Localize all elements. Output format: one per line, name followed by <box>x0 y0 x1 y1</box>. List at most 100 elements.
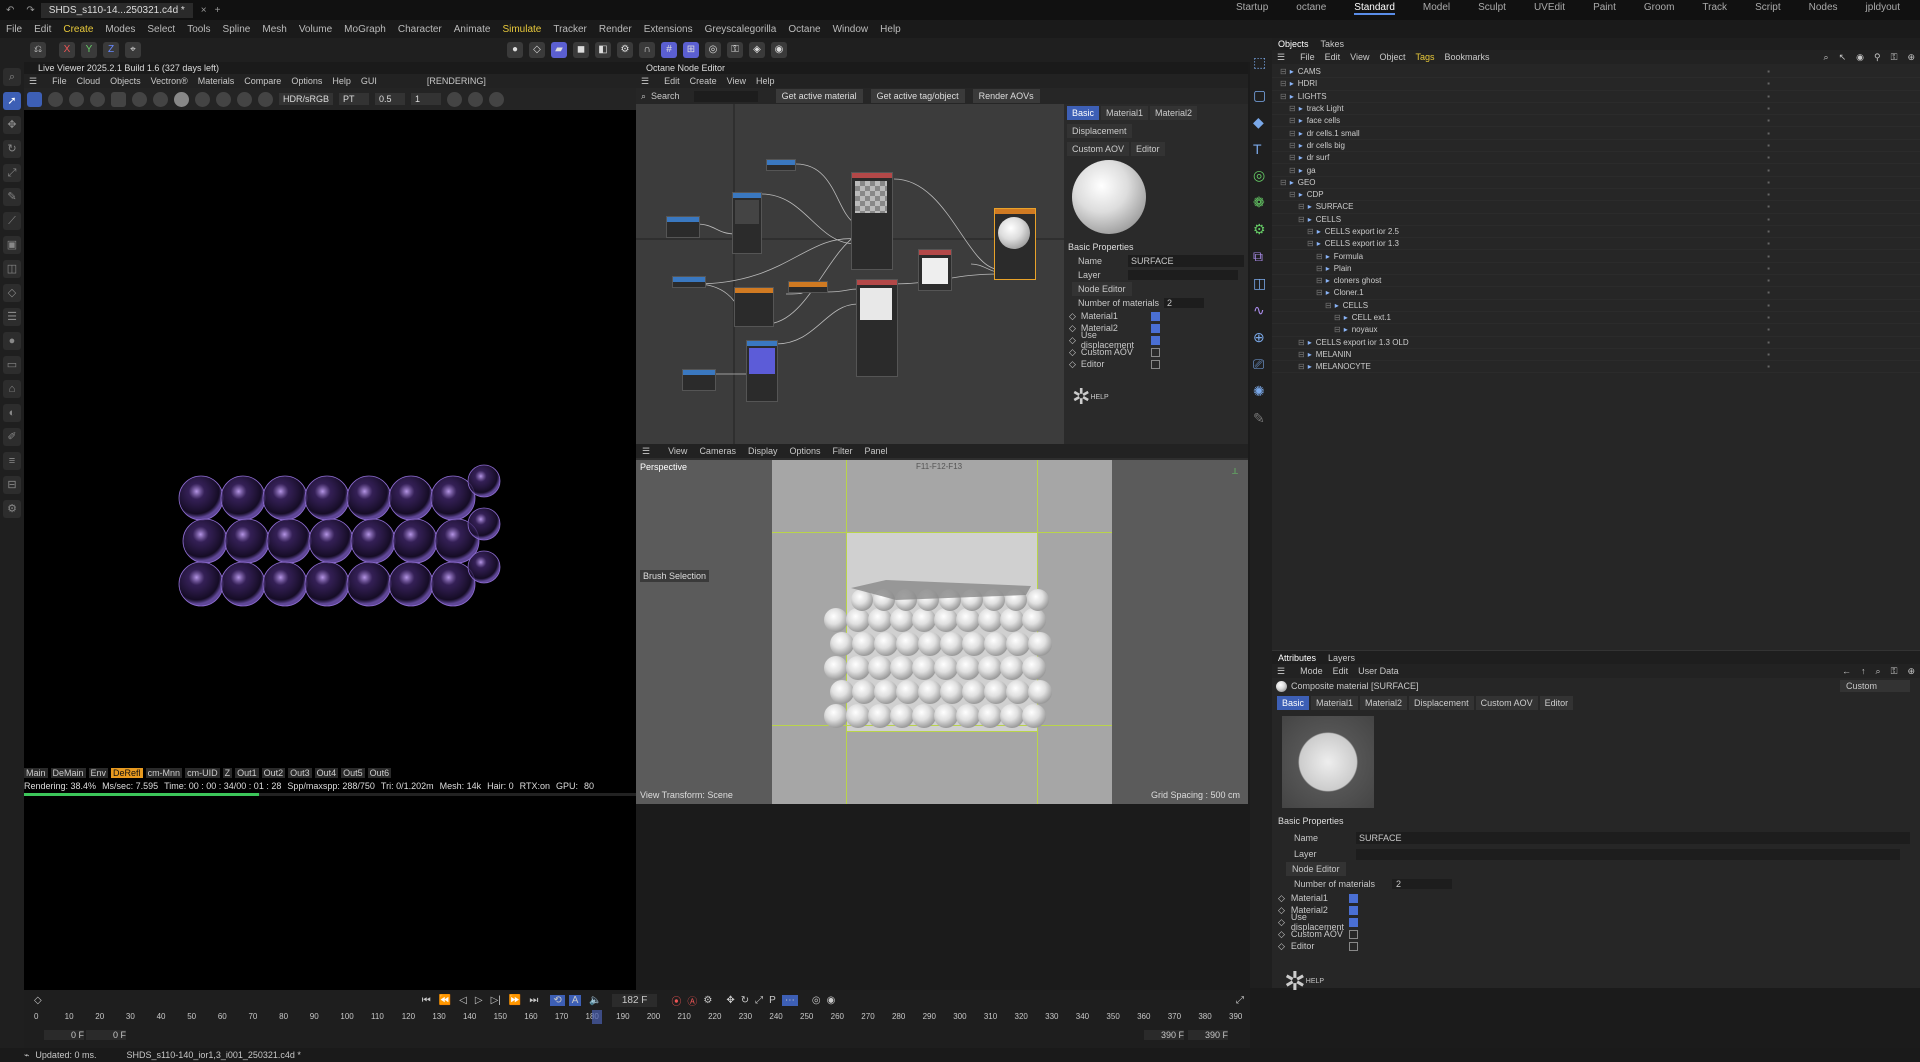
visibility-icon[interactable]: ▪ <box>1767 252 1770 261</box>
value-field-1[interactable]: 0.5 <box>375 93 406 105</box>
search-icon[interactable]: ⌕ <box>1824 52 1829 63</box>
layout-tab-script[interactable]: Script <box>1755 2 1781 15</box>
sphere-icon[interactable]: ● <box>3 332 21 350</box>
value-field-2[interactable]: 1 <box>411 93 442 105</box>
move-key-icon[interactable]: ✥ <box>726 995 734 1006</box>
vp-menu-2[interactable]: Display <box>748 446 778 456</box>
om-menu-1[interactable]: Edit <box>1325 52 1341 62</box>
object-row[interactable]: ⊟ ▸ noyaux ▪ <box>1272 324 1920 337</box>
layout-tab-sculpt[interactable]: Sculpt <box>1478 2 1506 15</box>
start-frame-field[interactable]: 0 F <box>44 1030 84 1040</box>
visibility-icon[interactable]: ▪ <box>1767 239 1770 248</box>
paint-icon[interactable]: ✐ <box>3 428 21 446</box>
new-tab-icon[interactable]: + <box>215 5 221 16</box>
om-tab-1[interactable]: Takes <box>1321 39 1345 49</box>
visibility-icon[interactable]: ▪ <box>1767 325 1770 334</box>
object-row[interactable]: ⊟ ▸ Cloner.1 ▪ <box>1272 287 1920 300</box>
preview-start-field[interactable]: 0 F <box>86 1030 126 1040</box>
ne-button-1[interactable]: Get active tag/object <box>870 89 965 103</box>
workplane-icon[interactable]: ◎ <box>705 42 721 58</box>
object-row[interactable]: ⊟ ▸ ga ▪ <box>1272 164 1920 177</box>
expand-icon[interactable]: ⊟ <box>1307 227 1314 236</box>
attr-menu-2[interactable]: User Data <box>1358 666 1399 676</box>
menu-character[interactable]: Character <box>398 24 442 35</box>
cube-icon[interactable]: ⬚ <box>1253 54 1269 71</box>
object-row[interactable]: ⊟ ▸ track Light ▪ <box>1272 103 1920 116</box>
expand-icon[interactable]: ⊟ <box>1289 141 1296 150</box>
settings-icon[interactable] <box>48 91 63 107</box>
loop-icon[interactable]: ⟲ <box>550 994 565 1006</box>
ne-button-0[interactable]: Get active material <box>775 89 863 103</box>
colorspace-select[interactable]: HDR/sRGB <box>279 93 334 105</box>
snapshot-icon[interactable] <box>468 91 484 107</box>
visibility-icon[interactable]: ▪ <box>1767 350 1770 359</box>
layer-field[interactable] <box>1356 848 1900 860</box>
attr-prop-tab-3[interactable]: Displacement <box>1409 696 1474 710</box>
timeline-settings-icon[interactable]: ⤢ <box>1236 995 1244 1006</box>
name-field[interactable]: SURFACE <box>1128 255 1244 267</box>
object-row[interactable]: ⊟ ▸ CAMS ▪ <box>1272 66 1920 79</box>
go-start-icon[interactable]: ⏮ <box>422 995 431 1006</box>
object-row[interactable]: ⊟ ▸ dr surf ▪ <box>1272 152 1920 165</box>
visibility-icon[interactable]: ▪ <box>1767 276 1770 285</box>
record-icon[interactable]: ⦿ <box>671 993 681 1008</box>
ne-menu-0[interactable]: Edit <box>664 76 680 86</box>
layout-tab-paint[interactable]: Paint <box>1593 2 1616 15</box>
node-editor-button[interactable]: Node Editor <box>1072 282 1132 296</box>
lv-menu-8[interactable]: GUI <box>361 76 377 86</box>
vertex-map-node[interactable] <box>918 249 952 291</box>
prev-key-icon[interactable]: ⏪ <box>439 995 451 1006</box>
menu-animate[interactable]: Animate <box>454 24 491 35</box>
layers-icon[interactable]: ☰ <box>3 308 21 326</box>
cube-icon[interactable]: ◇ <box>3 284 21 302</box>
menu-window[interactable]: Window <box>833 24 869 35</box>
ne-checkbox-2[interactable] <box>1150 335 1160 345</box>
environment-icon[interactable]: ⊕ <box>1253 329 1269 346</box>
float-texture-node[interactable] <box>766 159 796 171</box>
attr-checkbox-1[interactable] <box>1348 905 1358 915</box>
ne-prop-tab2-0[interactable]: Custom AOV <box>1067 142 1130 156</box>
focus-icon[interactable] <box>237 91 252 107</box>
ne-checkbox-1[interactable] <box>1150 323 1160 333</box>
expand-icon[interactable]: ⊟ <box>1289 153 1296 162</box>
current-frame-field[interactable]: 182 F <box>611 993 658 1007</box>
pause-icon[interactable] <box>90 91 105 107</box>
key-settings-icon[interactable]: ⚙ <box>703 995 712 1006</box>
solo-icon[interactable]: ◈ <box>749 42 765 58</box>
expand-icon[interactable]: ⊟ <box>1316 288 1323 297</box>
help-label[interactable]: HELP <box>1090 394 1108 401</box>
box-icon[interactable]: ▭ <box>3 356 21 374</box>
om-menu-5[interactable]: Bookmarks <box>1445 52 1490 62</box>
menu-extensions[interactable]: Extensions <box>644 24 693 35</box>
expand-icon[interactable]: ⊟ <box>1289 129 1296 138</box>
effector-icon[interactable]: ⚙ <box>1253 221 1269 238</box>
visibility-icon[interactable]: ▪ <box>1767 362 1770 371</box>
back-icon[interactable]: ↶ <box>6 5 14 16</box>
attr-checkbox-0[interactable] <box>1348 893 1358 903</box>
menu-tracker[interactable]: Tracker <box>553 24 587 35</box>
attr-checkbox-2[interactable] <box>1348 917 1358 927</box>
polygons-mode-icon[interactable]: ▰ <box>551 42 567 58</box>
go-end-icon[interactable]: ⏭ <box>529 995 538 1006</box>
bevel-tool-icon[interactable]: ◫ <box>3 260 21 278</box>
mode-dropdown[interactable]: Custom <box>1840 680 1910 692</box>
om-tab-0[interactable]: Objects <box>1278 39 1309 49</box>
node-editor-button[interactable]: Node Editor <box>1286 862 1346 876</box>
visibility-icon[interactable]: ▪ <box>1767 215 1770 224</box>
object-row[interactable]: ⊟ ▸ CELLS export ior 1.3 OLD ▪ <box>1272 337 1920 349</box>
name-field[interactable]: SURFACE <box>1356 832 1910 844</box>
undo-icon[interactable]: ⎌ <box>30 42 46 58</box>
refresh-icon[interactable] <box>69 91 84 107</box>
object-row[interactable]: ⊟ ▸ LIGHTS ▪ <box>1272 91 1920 103</box>
layout-tab-track[interactable]: Track <box>1702 2 1727 15</box>
expand-icon[interactable]: ⊟ <box>1280 178 1287 187</box>
primitive-icon[interactable]: ◆ <box>1253 114 1269 131</box>
transform-node[interactable] <box>666 216 700 238</box>
expand-icon[interactable]: ⊟ <box>1289 190 1296 199</box>
ne-prop-tab-1[interactable]: Material1 <box>1101 106 1149 120</box>
rgb-spectrum-node[interactable] <box>672 276 706 288</box>
attr-prop-tab-1[interactable]: Material1 <box>1311 696 1359 710</box>
box-icon[interactable]: ▢ <box>1253 87 1269 104</box>
extrude-tool-icon[interactable]: ▣ <box>3 236 21 254</box>
object-row[interactable]: ⊟ ▸ CELL ext.1 ▪ <box>1272 312 1920 325</box>
